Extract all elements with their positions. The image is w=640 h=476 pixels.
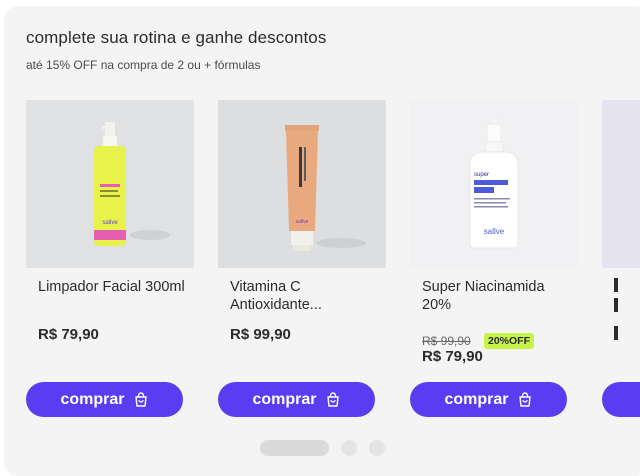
product-price: R$ 99,90 — [230, 326, 291, 343]
product-name[interactable]: Vitamina C Antioxidante... — [230, 278, 380, 314]
svg-text:sallve: sallve — [484, 227, 505, 236]
discount-badge: 20%OFF — [484, 333, 535, 349]
section-subtitle: até 15% OFF na compra de 2 ou + fórmulas — [26, 58, 261, 72]
product-card[interactable]: sallve Limpador Facial 300ml R$ 79,90 co… — [26, 100, 194, 417]
buy-button-label: comprar — [444, 390, 509, 408]
svg-text:sallve: sallve — [102, 220, 118, 226]
buy-button-label: comprar — [60, 390, 125, 408]
product-price-fragment — [614, 326, 618, 340]
product-name-fragment — [614, 278, 618, 292]
product-name[interactable]: Super Niacinamida 20% — [422, 278, 572, 314]
product-card[interactable]: sallve Vitamina C Antioxidante... R$ 99,… — [218, 100, 386, 417]
cleanser-bottle-icon: sallve — [94, 122, 126, 246]
product-name-fragment — [614, 298, 618, 312]
carousel-pagination — [260, 440, 385, 456]
serum-dropper-bottle-icon: super sallve — [469, 118, 519, 249]
product-image[interactable] — [602, 100, 640, 268]
product-carousel-panel: complete sua rotina e ganhe descontos at… — [4, 6, 640, 476]
product-price: R$ 79,90 — [38, 326, 99, 343]
svg-text:super: super — [474, 172, 489, 178]
product-image[interactable]: super sallve — [410, 100, 578, 268]
product-image[interactable]: sallve — [218, 100, 386, 268]
buy-button[interactable]: comprar — [410, 382, 567, 417]
buy-button[interactable]: comprar — [218, 382, 375, 417]
buy-button[interactable] — [602, 382, 640, 417]
carousel-dot[interactable] — [369, 440, 385, 456]
product-image[interactable]: sallve — [26, 100, 194, 268]
product-name[interactable]: Limpador Facial 300ml — [38, 278, 188, 296]
shopping-bag-icon — [518, 391, 531, 407]
product-old-price: R$ 99,90 — [422, 334, 471, 348]
product-card-partial[interactable] — [602, 100, 640, 417]
shopping-bag-icon — [134, 391, 147, 407]
carousel-dot-active[interactable] — [260, 440, 329, 456]
product-price: R$ 79,90 — [422, 348, 483, 365]
shopping-bag-icon — [326, 391, 339, 407]
serum-tube-icon: sallve — [285, 125, 319, 251]
svg-text:sallve: sallve — [296, 219, 309, 225]
section-title: complete sua rotina e ganhe descontos — [26, 28, 327, 47]
buy-button[interactable]: comprar — [26, 382, 183, 417]
carousel-dot[interactable] — [341, 440, 357, 456]
buy-button-label: comprar — [252, 390, 317, 408]
product-card[interactable]: super sallve Super Niacinamida 20% R$ 99… — [410, 100, 578, 417]
